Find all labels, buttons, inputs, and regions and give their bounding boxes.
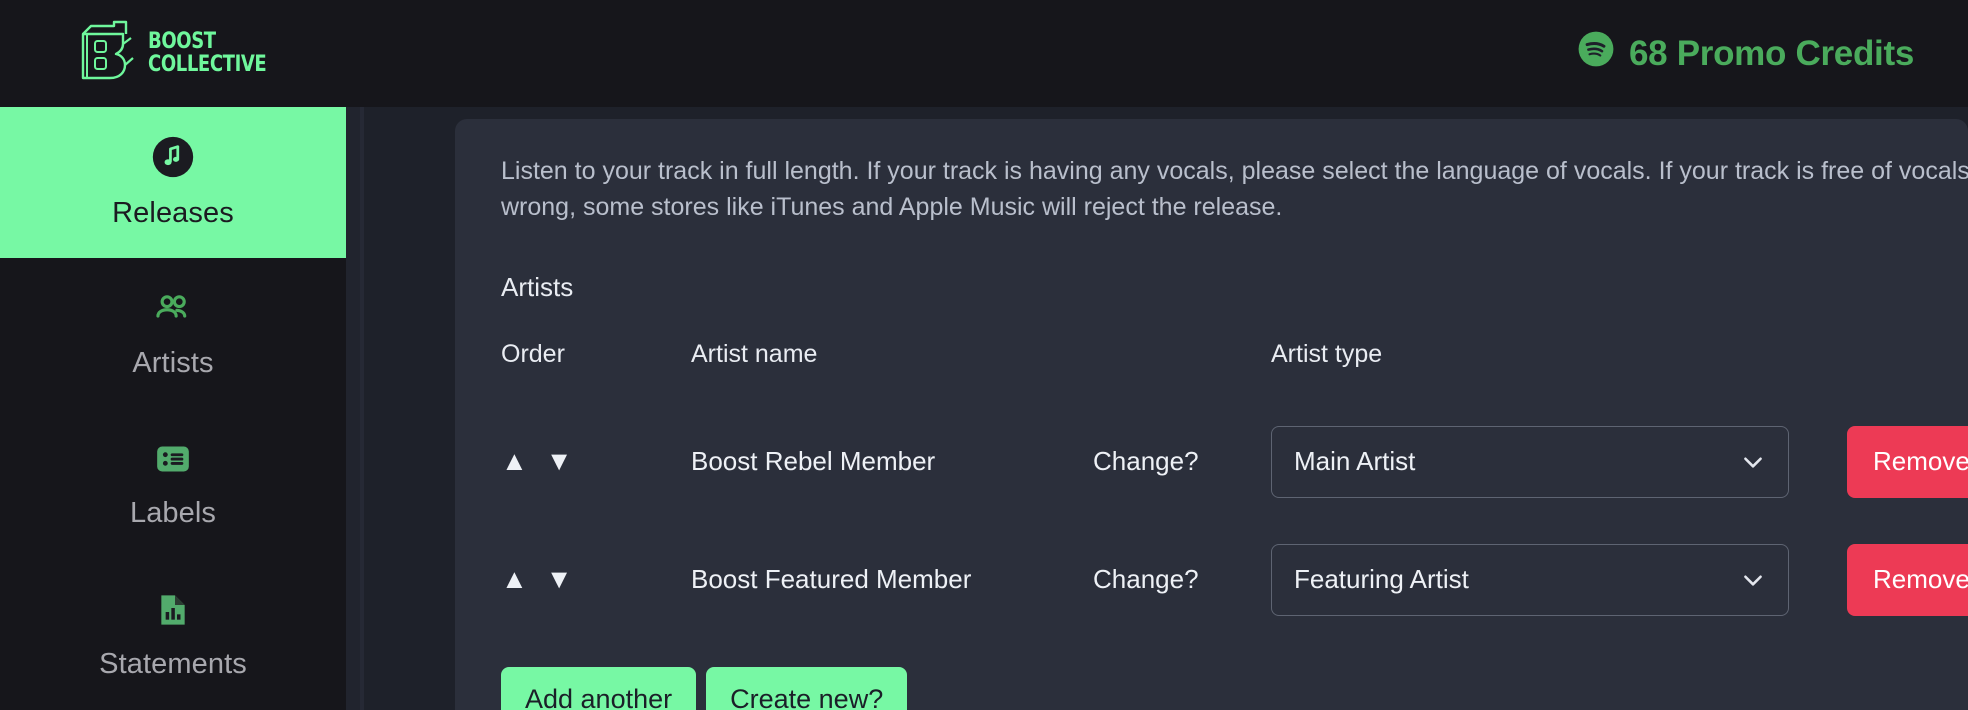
boost-b-logo-icon	[78, 20, 138, 87]
artist-type-value: Main Artist	[1294, 446, 1415, 477]
release-form-card: Listen to your track in full length. If …	[455, 119, 1968, 710]
sidebar-item-statements[interactable]: Statements	[0, 560, 346, 710]
artist-type-cell: Main Artist	[1271, 426, 1847, 498]
column-header-artist-name: Artist name	[691, 340, 1093, 369]
table-row: ▲ ▼ Boost Featured Member Change? Featur	[501, 521, 1922, 639]
artists-table: Order Artist name Artist type ▲	[501, 329, 1922, 639]
change-cell: Change?	[1093, 446, 1271, 477]
artist-name: Boost Rebel Member	[691, 446, 1093, 477]
music-note-icon	[151, 135, 195, 179]
column-header-order: Order	[501, 340, 691, 369]
sidebar-item-label: Artists	[132, 347, 213, 380]
artist-type-select[interactable]: Main Artist	[1271, 426, 1789, 498]
sidebar: Releases Artists	[0, 107, 346, 710]
list-icon	[153, 439, 193, 479]
document-chart-icon	[153, 590, 193, 630]
sidebar-item-label: Statements	[99, 648, 247, 681]
description-line-2: wrong, some stores like iTunes and Apple…	[501, 189, 1922, 225]
artist-type-value: Featuring Artist	[1294, 564, 1469, 595]
promo-credits-label: 68 Promo Credits	[1629, 34, 1914, 74]
create-new-button[interactable]: Create new?	[706, 667, 907, 710]
change-artist-link[interactable]: Change?	[1093, 446, 1199, 476]
description-line-1: Listen to your track in full length. If …	[501, 157, 1968, 185]
move-down-icon[interactable]: ▼	[546, 566, 573, 593]
remove-button[interactable]: Remove	[1847, 544, 1968, 616]
table-header-row: Order Artist name Artist type	[501, 329, 1922, 381]
people-icon	[152, 287, 194, 329]
form-description: Listen to your track in full length. If …	[501, 153, 1922, 226]
chevron-down-icon	[1740, 449, 1766, 475]
section-title-artists: Artists	[501, 272, 1922, 303]
move-up-icon[interactable]: ▲	[501, 448, 528, 475]
artist-rows: ▲ ▼ Boost Rebel Member Change? Main Arti	[501, 403, 1922, 639]
artist-type-select[interactable]: Featuring Artist	[1271, 544, 1789, 616]
sidebar-item-artists[interactable]: Artists	[0, 258, 346, 409]
scrollbar-track[interactable]	[360, 107, 364, 710]
order-arrows: ▲ ▼	[501, 448, 691, 475]
app-root: BOOST COLLECTIVE 68 Promo Credits	[0, 0, 1968, 710]
promo-credits[interactable]: 68 Promo Credits	[1577, 30, 1914, 77]
top-bar: BOOST COLLECTIVE 68 Promo Credits	[0, 0, 1968, 107]
spotify-icon	[1577, 30, 1615, 77]
brand-line-2: COLLECTIVE	[148, 55, 266, 75]
remove-cell: Remove	[1847, 544, 1968, 616]
sidebar-item-label: Releases	[112, 197, 234, 230]
order-arrows: ▲ ▼	[501, 566, 691, 593]
sidebar-item-label: Labels	[130, 497, 216, 530]
move-up-icon[interactable]: ▲	[501, 566, 528, 593]
main-panel: Listen to your track in full length. If …	[346, 107, 1968, 710]
remove-button[interactable]: Remove	[1847, 426, 1968, 498]
change-artist-link[interactable]: Change?	[1093, 564, 1199, 594]
move-down-icon[interactable]: ▼	[546, 448, 573, 475]
panel-scroll-gutter[interactable]	[346, 107, 364, 710]
table-row: ▲ ▼ Boost Rebel Member Change? Main Arti	[501, 403, 1922, 521]
add-another-button[interactable]: Add another	[501, 667, 696, 710]
brand-wordmark: BOOST COLLECTIVE	[148, 32, 292, 75]
change-cell: Change?	[1093, 564, 1271, 595]
brand-logo[interactable]: BOOST COLLECTIVE	[78, 20, 292, 87]
sidebar-item-labels[interactable]: Labels	[0, 409, 346, 560]
artist-type-cell: Featuring Artist	[1271, 544, 1847, 616]
chevron-down-icon	[1740, 567, 1766, 593]
card-content: Listen to your track in full length. If …	[455, 153, 1968, 710]
brand-line-1: BOOST	[148, 32, 266, 52]
column-header-artist-type: Artist type	[1271, 340, 1847, 369]
row-order-cell: ▲ ▼	[501, 566, 691, 593]
remove-cell: Remove	[1847, 426, 1968, 498]
row-order-cell: ▲ ▼	[501, 448, 691, 475]
form-actions: Add another Create new?	[501, 667, 1922, 710]
sidebar-item-releases[interactable]: Releases	[0, 107, 346, 258]
artist-name: Boost Featured Member	[691, 564, 1093, 595]
